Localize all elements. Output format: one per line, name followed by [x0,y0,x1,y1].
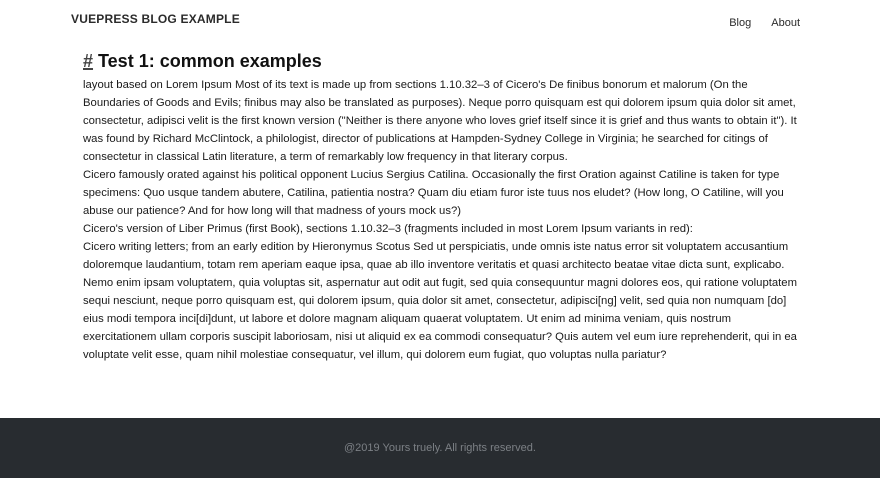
page: VUEPRESS BLOG EXAMPLE Blog About # Test 1… [0,0,880,478]
footer-copyright: @2019 Yours truely. All rights reserved. [344,442,536,454]
article-paragraph: layout based on Lorem Ipsum Most of its … [83,79,797,163]
article-paragraph: Cicero writing letters; from an early ed… [83,241,797,361]
nav-link-about[interactable]: About [771,17,800,29]
top-nav: Blog About [729,17,800,29]
article-paragraph: Cicero's version of Liber Primus (first … [83,223,693,235]
heading-anchor-link[interactable]: # [83,51,93,71]
article-heading: # Test 1: common examples [83,50,803,72]
article-title: Test 1: common examples [98,51,322,71]
article-paragraph: Cicero famously orated against his polit… [83,169,784,217]
nav-link-blog[interactable]: Blog [729,17,751,29]
article-content: # Test 1: common examples layout based on… [83,50,803,364]
site-header: VUEPRESS BLOG EXAMPLE Blog About [0,0,880,44]
site-footer: @2019 Yours truely. All rights reserved. [0,418,880,478]
site-title-link[interactable]: VUEPRESS BLOG EXAMPLE [71,12,240,26]
